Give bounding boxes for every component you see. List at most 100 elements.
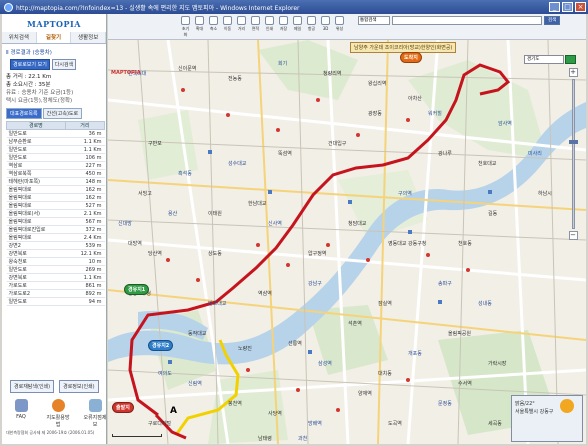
map-place-label[interactable]: 길동 — [488, 210, 497, 217]
table-row[interactable]: 강변2 539 m — [6, 241, 105, 250]
table-row[interactable]: 올림픽대로 527 m — [6, 201, 105, 210]
map-place-label[interactable]: 동작대교 — [188, 330, 206, 337]
map-place-label[interactable]: 삼성역 — [318, 360, 332, 367]
map-place-label[interactable]: 서빙고 — [138, 190, 152, 197]
table-row[interactable]: 일반도로 106 m — [6, 153, 105, 162]
tool-button[interactable]: 저장 — [278, 16, 289, 38]
route-view-button[interactable]: 경로로보기 보기 — [10, 59, 50, 70]
map-place-label[interactable]: 역삼역 — [258, 290, 272, 297]
tab-life-info[interactable]: 생활정보 — [71, 32, 107, 43]
map-place-label[interactable]: 대치동 — [378, 370, 392, 377]
maximize-button[interactable]: □ — [562, 2, 573, 12]
map-place-label[interactable]: 청담대교 — [348, 220, 366, 227]
map-place-label[interactable]: 아차산 — [408, 95, 422, 102]
map-place-label[interactable]: 개포동 — [408, 350, 422, 357]
map-place-label[interactable]: 남태령 — [258, 435, 272, 442]
table-row[interactable]: 일반도로 1.1 Km — [6, 145, 105, 154]
map-place-label[interactable]: 영동대교 — [388, 240, 406, 247]
zoom-control[interactable]: + − — [566, 68, 580, 268]
map-place-label[interactable]: 워커힐 — [428, 110, 442, 117]
tool-button[interactable]: 초기화 — [180, 16, 191, 38]
map-place-label[interactable]: 잠실역 — [378, 300, 392, 307]
zoom-slider[interactable] — [568, 79, 578, 229]
table-row[interactable]: 테헤란(마포쪽) 148 m — [6, 177, 105, 186]
map-place-label[interactable]: 방배역 — [308, 420, 322, 427]
table-row[interactable]: 역삼로북쪽 450 m — [6, 169, 105, 178]
table-row[interactable]: 강변북로 1.1 Km — [6, 273, 105, 282]
tool-button[interactable]: 면적 — [250, 16, 261, 38]
map-place-label[interactable]: 사당역 — [268, 410, 282, 417]
reroute-print-button[interactable]: 경로재탐색(인쇄) — [10, 380, 55, 393]
route-info-print-button[interactable]: 경로정보(인쇄) — [59, 380, 99, 393]
map-place-label[interactable]: 전농동 — [228, 75, 242, 82]
table-row[interactable]: 가로도로 861 m — [6, 281, 105, 290]
map-place-label[interactable]: 과천 — [298, 435, 307, 442]
map-place-label[interactable]: 도곡역 — [388, 420, 402, 427]
tool-button[interactable]: 메일 — [292, 16, 303, 38]
marker-end[interactable]: 도착지 — [400, 52, 422, 63]
map-place-label[interactable]: 양재역 — [358, 390, 372, 397]
tool-button[interactable]: 거리 — [236, 16, 247, 38]
map-place-label[interactable]: 구의역 — [398, 190, 412, 197]
map-place-label[interactable]: 가락시장 — [488, 360, 506, 367]
close-button[interactable]: × — [575, 2, 586, 12]
table-row[interactable]: 올림픽대로 2.4 Km — [6, 233, 105, 242]
search-button[interactable]: 검색 — [544, 16, 561, 25]
map-place-label[interactable]: 석촌역 — [348, 320, 362, 327]
map-place-label[interactable]: 노량진 — [238, 345, 252, 352]
marker-start[interactable]: 출발지 — [112, 402, 134, 413]
zoom-slider-thumb[interactable] — [568, 140, 578, 144]
map-place-label[interactable]: 천호동 — [458, 240, 472, 247]
tool-button[interactable]: 확대 — [194, 16, 205, 38]
map-place-label[interactable]: 암사역 — [498, 120, 512, 127]
table-row[interactable]: 올림픽대로진입로 372 m — [6, 225, 105, 234]
map-place-label[interactable]: 한남대교 — [248, 200, 266, 207]
map-place-label[interactable]: 성수대교 — [228, 160, 246, 167]
tool-button[interactable]: 위성 — [334, 16, 345, 38]
map-place-label[interactable]: 신대방 — [118, 220, 132, 227]
faq-link[interactable]: FAQ — [8, 399, 34, 428]
table-row[interactable]: 남부순환로 1.1 Km — [6, 137, 105, 146]
map-place-label[interactable]: 성내동 — [478, 300, 492, 307]
map-place-label[interactable]: 당산역 — [148, 250, 162, 257]
map-place-label[interactable]: 하남시 — [538, 190, 552, 197]
search-input[interactable] — [392, 16, 542, 25]
map-place-label[interactable]: 회기 — [278, 60, 287, 67]
map-place-label[interactable]: 구반포 — [148, 140, 162, 147]
table-row[interactable]: 올림픽대로 162 m — [6, 185, 105, 194]
table-row[interactable]: 역삼로 227 m — [6, 161, 105, 170]
map-place-label[interactable]: 광나루 — [438, 150, 452, 157]
map-place-label[interactable]: 올림픽공원 — [448, 330, 471, 337]
map-guide-link[interactable]: 지도활용방법 — [45, 399, 71, 428]
tab-directions[interactable]: 길찾기 — [36, 32, 72, 43]
marker-via2[interactable]: 경유지2 — [148, 340, 174, 351]
error-report-link[interactable]: 오류지점제보 — [82, 399, 108, 428]
table-row[interactable]: 강변북로 12.1 Km — [6, 249, 105, 258]
minimize-button[interactable]: _ — [549, 2, 560, 12]
map-place-label[interactable]: 반포대교 — [208, 300, 226, 307]
map-place-label[interactable]: 신림역 — [188, 380, 202, 387]
map-place-label[interactable]: 대방역 — [128, 240, 142, 247]
map-place-label[interactable]: 뚝섬역 — [278, 150, 292, 157]
map-place-label[interactable]: 봉천역 — [228, 400, 242, 407]
research-button[interactable]: 다시검색 — [51, 59, 77, 70]
map-place-label[interactable]: 건대입구 — [328, 140, 346, 147]
tab-highway[interactable]: 간선(고속)도로 — [42, 108, 83, 119]
map-place-label[interactable]: 수서역 — [458, 380, 472, 387]
zoom-out-button[interactable]: − — [568, 231, 578, 240]
tab-location-search[interactable]: 위치검색 — [2, 32, 37, 43]
map-place-label[interactable]: 구로디지털 — [148, 420, 171, 427]
table-row[interactable]: 일반도로 94 m — [6, 297, 105, 306]
map-place-label[interactable]: 세곡동 — [488, 420, 502, 427]
region-go-button[interactable] — [565, 55, 576, 64]
table-row[interactable]: 일반도로 269 m — [6, 265, 105, 274]
map-place-label[interactable]: 여의도 — [158, 370, 172, 377]
tool-button[interactable]: 항공 — [306, 16, 317, 38]
tool-button[interactable]: 3D — [320, 16, 331, 38]
table-row[interactable]: 올림픽대로(서) 2.1 Km — [6, 209, 105, 218]
marker-via1[interactable]: 경유지1 — [124, 284, 150, 295]
map-place-label[interactable]: 미사리 — [528, 150, 542, 157]
map-place-label[interactable]: 광장동 — [368, 110, 382, 117]
search-type-select[interactable]: 통합검색 — [358, 16, 390, 25]
table-row[interactable]: 올림픽대로 162 m — [6, 193, 105, 202]
